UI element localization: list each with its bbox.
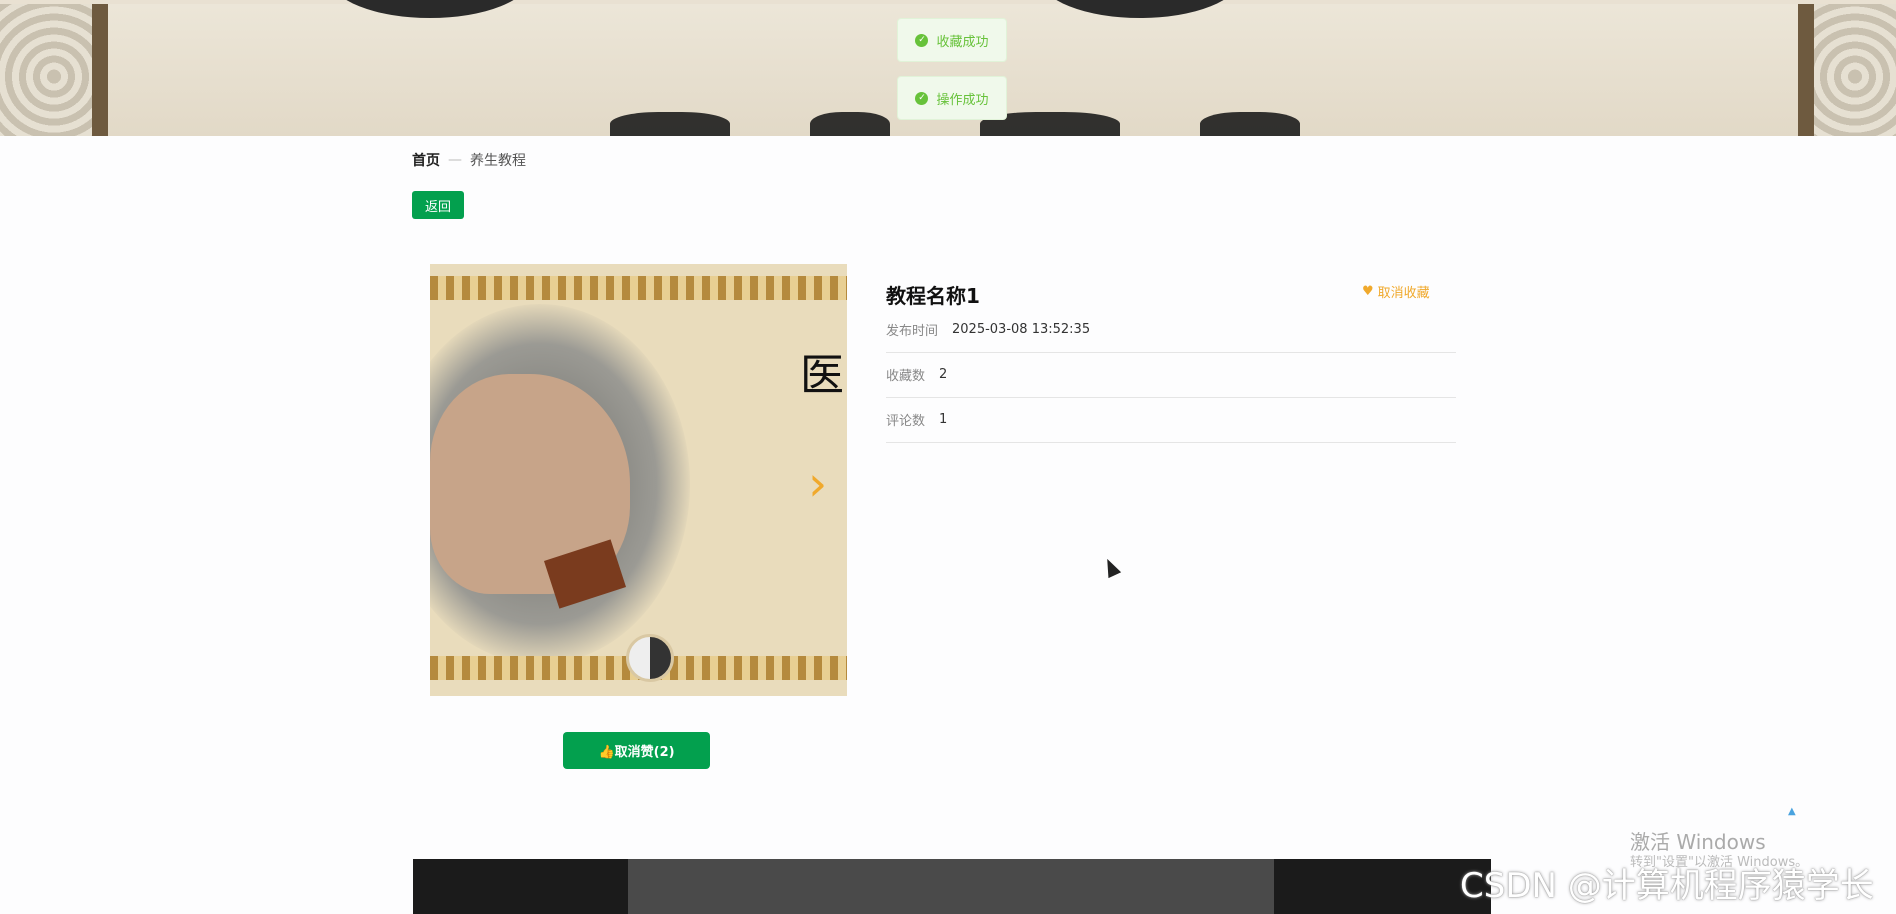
- check-circle-icon: ✓: [915, 91, 929, 105]
- breadcrumb-home[interactable]: 首页: [412, 150, 440, 170]
- banner-right-rod: [1798, 4, 1814, 136]
- back-button[interactable]: 返回: [412, 191, 464, 219]
- image-border-top: [430, 276, 847, 300]
- mouse-cursor-icon: [1100, 555, 1122, 579]
- detail-row-favorites: 收藏数 2: [886, 352, 1456, 398]
- unlike-button[interactable]: 👍取消赞(2): [563, 732, 710, 769]
- detail-key: 收藏数: [886, 369, 926, 384]
- tutorial-image-carousel[interactable]: 医 ›: [430, 264, 847, 696]
- image-calligraphy: 医: [800, 350, 844, 401]
- breadcrumb-current: 养生教程: [470, 153, 526, 169]
- banner-left-rod: [92, 4, 108, 136]
- detail-row-publish-time: 发布时间 2025-03-08 13:52:35: [886, 307, 1456, 353]
- detail-value: 2: [939, 367, 948, 382]
- toast-text: 收藏成功: [936, 34, 989, 50]
- banner-calligraphy: [810, 112, 890, 136]
- video-player[interactable]: [413, 859, 1491, 914]
- unfavorite-button[interactable]: ♥ 取消收藏: [1362, 282, 1430, 301]
- toast-operation-success: ✓ 操作成功: [897, 76, 1007, 120]
- banner-right-scroll: [1814, 4, 1896, 136]
- banner-calligraphy: [610, 112, 730, 136]
- detail-value: 2025-03-08 13:52:35: [952, 322, 1091, 337]
- check-circle-icon: ✓: [915, 33, 929, 47]
- detail-value: 1: [939, 412, 948, 427]
- banner-calligraphy: [1200, 112, 1300, 136]
- toast-text: 操作成功: [936, 92, 989, 108]
- tutorial-title: 教程名称1: [886, 284, 980, 308]
- heart-icon: ♥: [1362, 284, 1374, 299]
- detail-row-comments: 评论数 1: [886, 397, 1456, 443]
- detail-key: 发布时间: [886, 324, 939, 339]
- unlike-label: 取消赞(2): [614, 745, 675, 760]
- csdn-watermark: CSDN @计算机程序猿学长: [1460, 866, 1874, 906]
- video-frame: [628, 859, 1274, 914]
- detail-key: 评论数: [886, 414, 926, 429]
- back-to-top-icon[interactable]: ▲: [1788, 806, 1796, 817]
- breadcrumb-separator: —: [448, 152, 462, 168]
- toast-favorite-success: ✓ 收藏成功: [897, 18, 1007, 62]
- carousel-next-icon[interactable]: ›: [808, 456, 827, 512]
- unfavorite-label: 取消收藏: [1377, 286, 1430, 301]
- thumbs-up-icon: 👍: [598, 745, 615, 760]
- taiji-icon: [626, 634, 674, 682]
- breadcrumb: 首页 — 养生教程: [412, 150, 526, 170]
